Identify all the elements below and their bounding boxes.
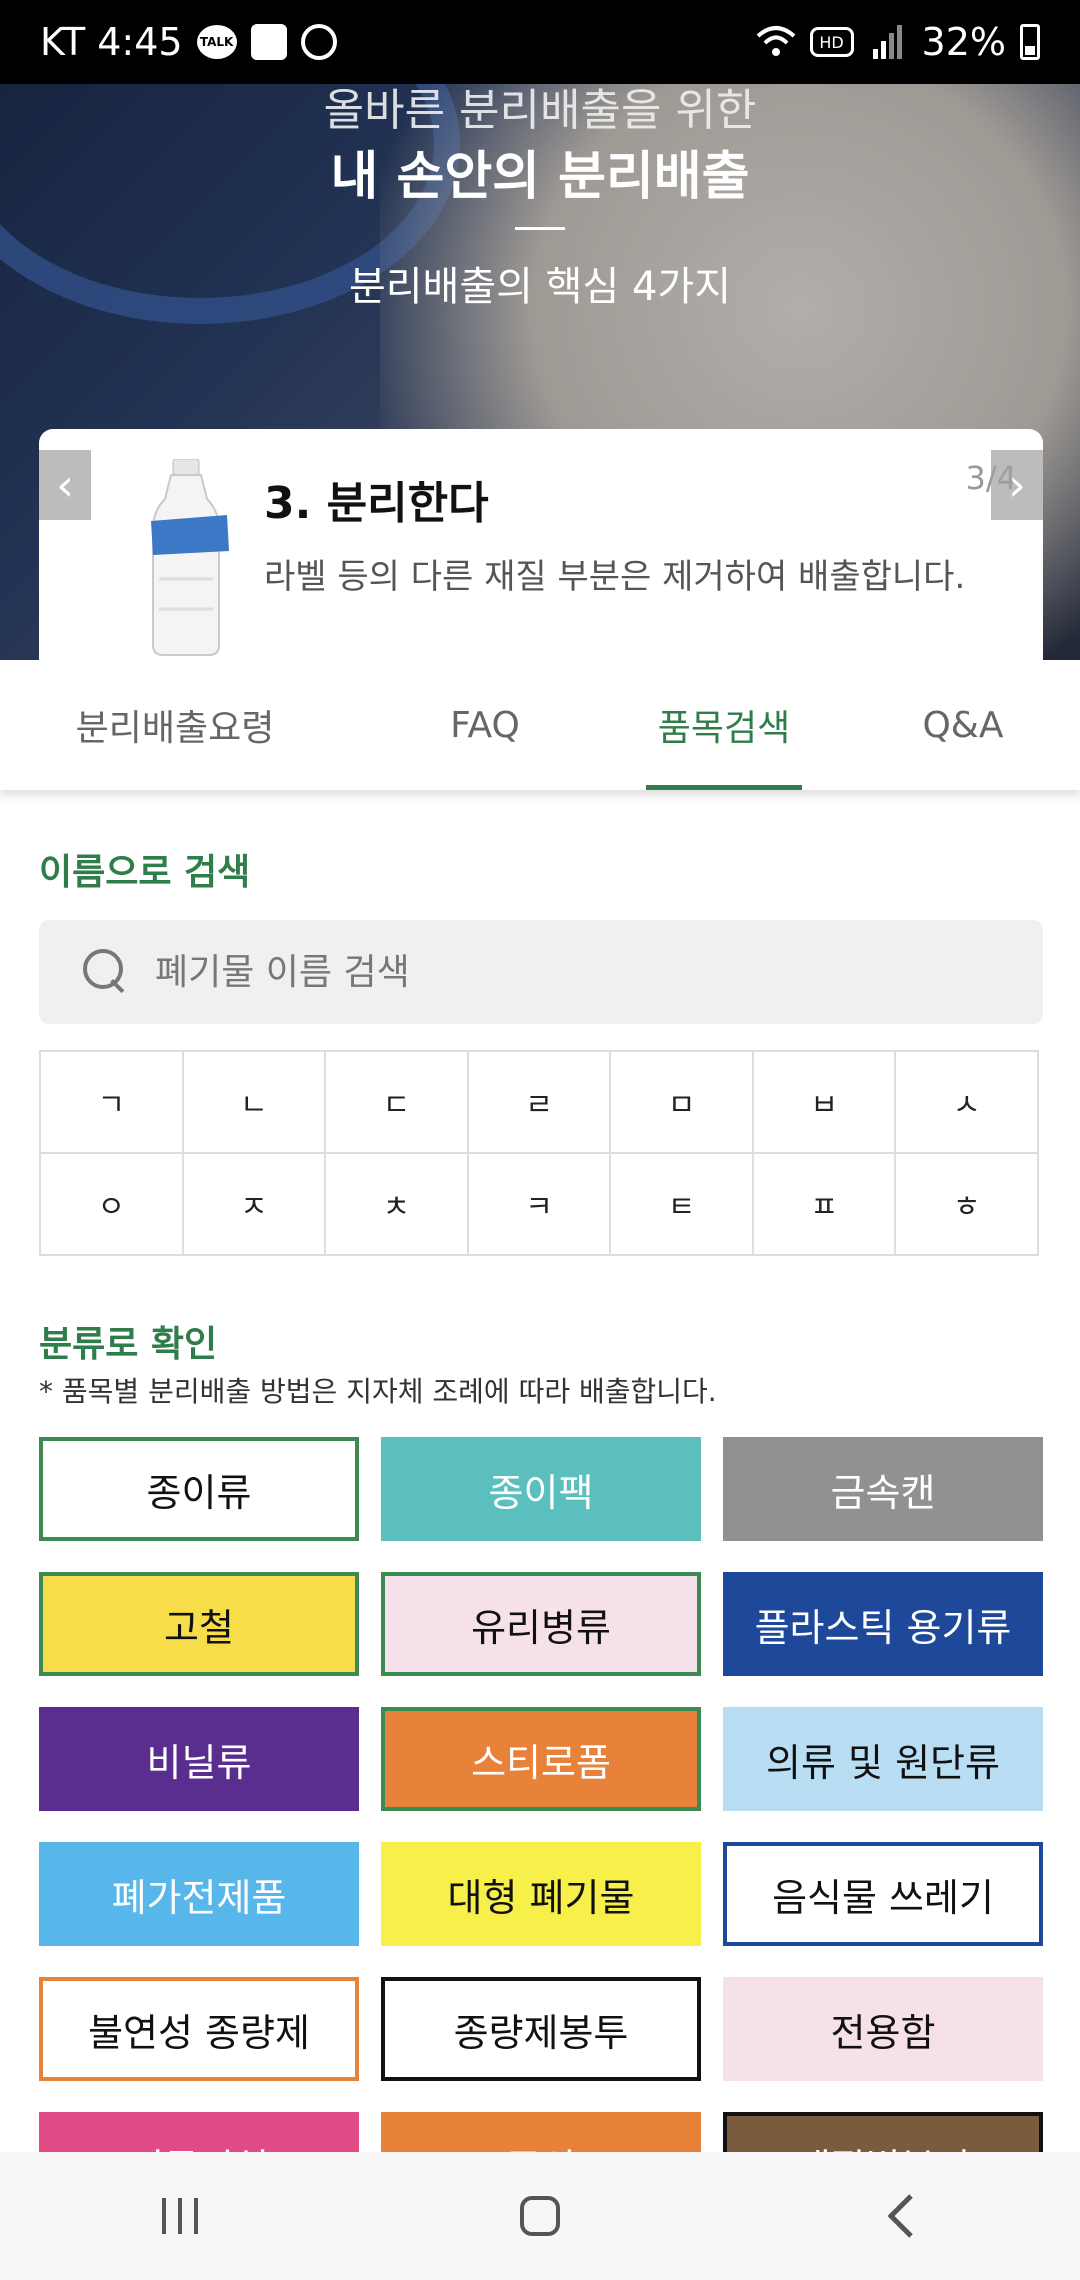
- tab-guide[interactable]: 분리배출요령: [60, 660, 290, 790]
- tab-item-search[interactable]: 품목검색: [646, 660, 802, 790]
- chevron-right-icon: ›: [1008, 459, 1026, 511]
- category-button[interactable]: 폐가전제품: [39, 1842, 359, 1946]
- category-button[interactable]: 불연성 종량제: [39, 1977, 359, 2081]
- category-button[interactable]: 비닐류: [39, 1707, 359, 1811]
- hero-banner: 올바른 분리배출을 위한 내 손안의 분리배출 분리배출의 핵심 4가지 3. …: [0, 84, 1080, 660]
- mail-icon: [250, 24, 287, 60]
- recent-apps-button[interactable]: [130, 2176, 230, 2256]
- signal-icon: [868, 22, 908, 62]
- consonant-button[interactable]: ㅌ: [611, 1154, 754, 1256]
- bottle-image: [115, 458, 255, 659]
- category-note: * 품목별 분리배출 방법은 지자체 조례에 따라 배출합니다.: [39, 1375, 717, 1408]
- hero-title: 내 손안의 분리배출: [330, 147, 750, 207]
- search-input[interactable]: [155, 951, 955, 993]
- kakaotalk-icon: TALK: [196, 25, 237, 59]
- consonant-button[interactable]: ㅊ: [326, 1154, 469, 1256]
- app-b-icon: [300, 24, 337, 60]
- consonant-button[interactable]: ㅍ: [753, 1154, 897, 1256]
- category-button[interactable]: 음식물 쓰레기: [723, 1842, 1043, 1946]
- tab-qna[interactable]: Q&A: [900, 660, 1026, 790]
- category-button[interactable]: 고철: [39, 1572, 359, 1676]
- category-button[interactable]: 대형 폐기물: [381, 1842, 701, 1946]
- consonant-button[interactable]: ㄹ: [468, 1052, 612, 1154]
- category-button[interactable]: 의류 및 원단류: [723, 1707, 1043, 1811]
- consonant-button[interactable]: ㅅ: [896, 1052, 1039, 1154]
- consonant-button[interactable]: ㄷ: [326, 1052, 469, 1154]
- consonant-grid: ㄱ ㄴ ㄷ ㄹ ㅁ ㅂ ㅅ ㅇ ㅈ ㅊ ㅋ ㅌ ㅍ ㅎ: [39, 1050, 1039, 1256]
- category-button[interactable]: 금속캔: [723, 1437, 1043, 1541]
- consonant-button[interactable]: ㅋ: [468, 1154, 612, 1256]
- search-section-title: 이름으로 검색: [39, 852, 251, 893]
- search-box[interactable]: [39, 920, 1043, 1024]
- search-icon: [83, 949, 129, 995]
- consonant-button[interactable]: ㅈ: [183, 1154, 327, 1256]
- system-navigation-bar: [0, 2152, 1080, 2280]
- carousel-next-button[interactable]: ›: [991, 450, 1043, 520]
- category-button[interactable]: 스티로폼: [381, 1707, 701, 1811]
- category-button[interactable]: 종량제봉투: [381, 1977, 701, 2081]
- tab-faq[interactable]: FAQ: [420, 660, 550, 790]
- carrier-time: KT 4:45: [40, 20, 183, 64]
- category-button[interactable]: 종이류: [39, 1437, 359, 1541]
- consonant-button[interactable]: ㅁ: [611, 1052, 754, 1154]
- battery-percent: 32%: [921, 20, 1006, 64]
- battery-icon: [1020, 24, 1040, 60]
- category-button[interactable]: 종이팩: [381, 1437, 701, 1541]
- hero-divider: [515, 227, 565, 230]
- hero-subtitle: 분리배출의 핵심 4가지: [348, 264, 732, 310]
- category-button[interactable]: 플라스틱 용기류: [723, 1572, 1043, 1676]
- category-section-title: 분류로 확인: [39, 1324, 218, 1365]
- home-button[interactable]: [490, 2176, 590, 2256]
- carousel-title: 3. 분리한다: [264, 478, 489, 529]
- back-button[interactable]: [850, 2176, 950, 2256]
- consonant-button[interactable]: ㅎ: [896, 1154, 1039, 1256]
- home-icon: [520, 2196, 560, 2236]
- status-bar: KT 4:45 TALK HD 32%: [0, 0, 1080, 84]
- hd-icon: HD: [809, 27, 854, 57]
- consonant-button[interactable]: ㄱ: [41, 1052, 184, 1154]
- chevron-left-icon: ‹: [56, 459, 74, 511]
- carousel-card[interactable]: 3. 분리한다 라벨 등의 다른 재질 부분은 제거하여 배출합니다. 3/4: [39, 429, 1043, 660]
- category-button[interactable]: 전용함: [723, 1977, 1043, 2081]
- consonant-button[interactable]: ㅂ: [753, 1052, 897, 1154]
- carousel-prev-button[interactable]: ‹: [39, 450, 91, 520]
- carousel-description: 라벨 등의 다른 재질 부분은 제거하여 배출합니다.: [264, 557, 966, 597]
- category-button[interactable]: 유리병류: [381, 1572, 701, 1676]
- consonant-button[interactable]: ㅇ: [41, 1154, 184, 1256]
- consonant-button[interactable]: ㄴ: [183, 1052, 327, 1154]
- hero-top-text: 올바른 분리배출을 위한: [323, 85, 757, 136]
- wifi-icon: [756, 22, 796, 62]
- tab-bar: 분리배출요령 FAQ 품목검색 Q&A: [0, 660, 1080, 790]
- category-grid: 종이류 종이팩 금속캔고철 유리병류 플라스틱 용기류비닐류 스티로폼 의류 및 원단류폐가…: [39, 1437, 1043, 2216]
